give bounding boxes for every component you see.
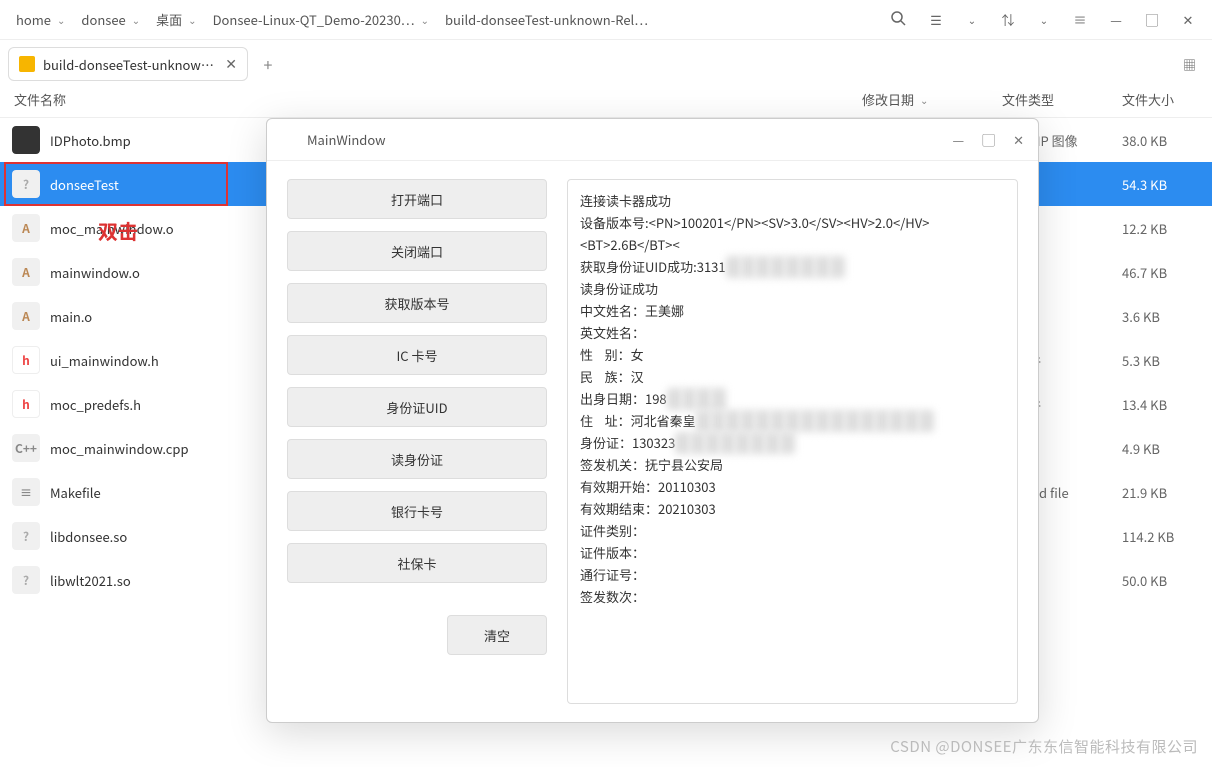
tab-build[interactable]: build-donseeTest-unknown… ✕: [8, 47, 248, 81]
file-size: 50.0 KB: [1122, 571, 1212, 590]
crumb-build[interactable]: build-donseeTest-unknown-Rel…: [437, 6, 656, 33]
menu-icon[interactable]: ≡: [1072, 10, 1088, 29]
chevron-down-icon: ⌄: [132, 12, 140, 27]
modal-title-text: MainWindow: [307, 130, 386, 149]
tab-bar: build-donseeTest-unknown… ✕ + ▦: [0, 40, 1212, 82]
col-date[interactable]: 修改日期⌄: [862, 90, 1002, 109]
file-icon: A: [12, 214, 40, 242]
file-size: 38.0 KB: [1122, 131, 1212, 150]
maximize-icon[interactable]: ▢: [1144, 10, 1160, 29]
chevron-down-icon: ⌄: [421, 12, 429, 27]
modal-button[interactable]: 获取版本号: [287, 283, 547, 323]
list-view-icon[interactable]: ☰: [928, 10, 944, 29]
file-icon: ?: [12, 566, 40, 594]
modal-button[interactable]: 读身份证: [287, 439, 547, 479]
tab-close-icon[interactable]: ✕: [225, 54, 237, 74]
file-icon: h: [12, 390, 40, 418]
chevron-down-icon: ⌄: [188, 12, 196, 27]
tab-add-button[interactable]: +: [256, 52, 280, 76]
layout-icon[interactable]: ▦: [1183, 55, 1204, 74]
sort-icon[interactable]: ⇅: [1000, 10, 1016, 29]
file-icon: A: [12, 302, 40, 330]
file-size: 114.2 KB: [1122, 527, 1212, 546]
file-size: 21.9 KB: [1122, 483, 1212, 502]
file-size: 12.2 KB: [1122, 219, 1212, 238]
crumb-demo[interactable]: Donsee-Linux-QT_Demo-20230…⌄: [205, 6, 437, 33]
modal-mainwindow: MainWindow — ▢ ✕ 打开端口关闭端口获取版本号 IC 卡号身份证UI…: [266, 118, 1039, 723]
sort-chevron-icon[interactable]: ⌄: [1036, 12, 1052, 27]
modal-titlebar[interactable]: MainWindow — ▢ ✕: [267, 119, 1038, 161]
file-icon: [12, 126, 40, 154]
crumb-home[interactable]: home⌄: [8, 6, 73, 33]
folder-icon: [19, 56, 35, 72]
clear-button[interactable]: 清空: [447, 615, 547, 655]
file-size: 54.3 KB: [1122, 175, 1212, 194]
modal-button[interactable]: 银行卡号: [287, 491, 547, 531]
chevron-down-icon: ⌄: [920, 92, 928, 107]
breadcrumb-bar: home⌄ donsee⌄ 桌面⌄ Donsee-Linux-QT_Demo-2…: [0, 0, 1212, 40]
file-size: 4.9 KB: [1122, 439, 1212, 458]
file-icon: ≡: [12, 478, 40, 506]
minimize-icon[interactable]: —: [1108, 10, 1124, 29]
file-icon: C++: [12, 434, 40, 462]
tab-label: build-donseeTest-unknown…: [43, 55, 217, 74]
file-icon: ?: [12, 170, 40, 198]
file-icon: h: [12, 346, 40, 374]
modal-close-icon[interactable]: ✕: [1013, 130, 1024, 149]
modal-button[interactable]: 关闭端口: [287, 231, 547, 271]
crumb-desktop[interactable]: 桌面⌄: [148, 6, 204, 33]
file-size: 13.4 KB: [1122, 395, 1212, 414]
modal-button-column: 打开端口关闭端口获取版本号 IC 卡号身份证UID 读身份证银行卡号社保卡清空: [287, 179, 547, 704]
col-name[interactable]: 文件名称: [0, 90, 862, 109]
col-size[interactable]: 文件大小: [1122, 90, 1212, 109]
modal-maximize-icon[interactable]: ▢: [982, 130, 995, 149]
close-icon[interactable]: ✕: [1180, 10, 1196, 29]
modal-minimize-icon[interactable]: —: [952, 130, 964, 149]
file-icon: ?: [12, 522, 40, 550]
file-size: 46.7 KB: [1122, 263, 1212, 282]
modal-output: 连接读卡器成功设备版本号:<PN>100201</PN><SV>3.0</SV>…: [567, 179, 1018, 704]
modal-button[interactable]: IC 卡号: [287, 335, 547, 375]
crumb-donsee[interactable]: donsee⌄: [73, 6, 148, 33]
col-type[interactable]: 文件类型: [1002, 90, 1122, 109]
list-chevron-icon[interactable]: ⌄: [964, 12, 980, 27]
file-icon: A: [12, 258, 40, 286]
search-icon[interactable]: [888, 10, 908, 30]
file-size: 3.6 KB: [1122, 307, 1212, 326]
chevron-down-icon: ⌄: [57, 12, 65, 27]
file-size: 5.3 KB: [1122, 351, 1212, 370]
watermark: CSDN @DONSEE广东东信智能科技有限公司: [890, 736, 1198, 757]
modal-button[interactable]: 打开端口: [287, 179, 547, 219]
list-header: 文件名称 修改日期⌄ 文件类型 文件大小: [0, 82, 1212, 118]
modal-button[interactable]: 身份证UID: [287, 387, 547, 427]
modal-button[interactable]: 社保卡: [287, 543, 547, 583]
